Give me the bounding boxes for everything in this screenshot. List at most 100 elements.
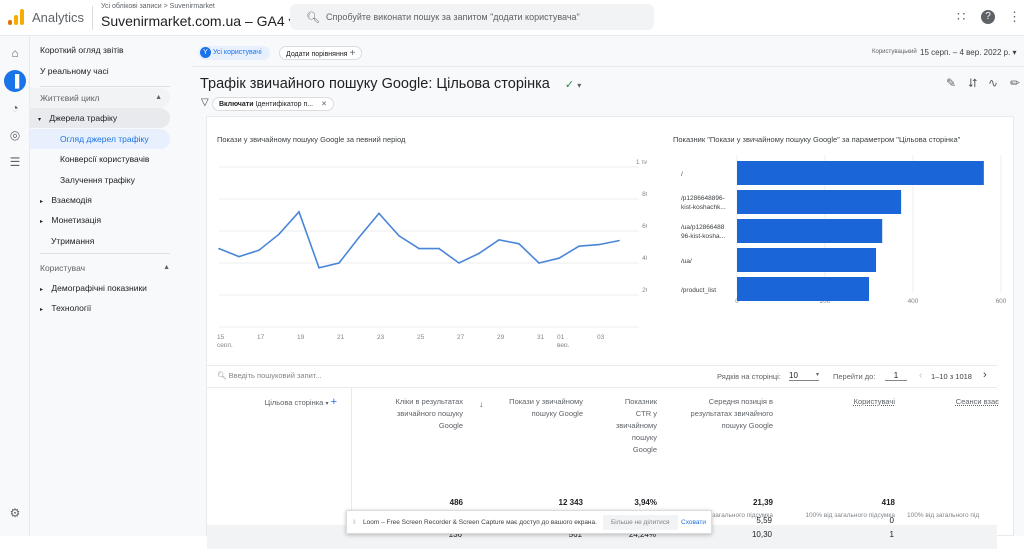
data-point [378,212,380,215]
caret-down-icon: ▾ [38,117,42,123]
page-title: Трафік звичайного пошуку Google: Цільова… [200,76,586,92]
column-header-users[interactable]: Користувачі [817,396,895,408]
search-icon: 🔍︎ [306,12,320,24]
caret-down-icon: ▾ [577,81,582,90]
y-tick-label: 1 тис. [636,159,647,166]
sidebar-item-acquisition-overview[interactable]: Огляд джерел трафіку [30,129,170,149]
table-search-input[interactable]: 🔍︎ Введіть пошуковий запит... [217,371,417,380]
drag-handle-icon[interactable]: ‖ [353,519,356,526]
next-page-icon[interactable]: › [983,369,987,381]
sidebar-item-engagement[interactable]: ▸ Взаємодія [40,190,188,210]
column-header-ctr[interactable]: Показник CTR у звичайному пошуку Google [613,396,657,456]
sidebar-item-realtime[interactable]: У реальному часі [40,61,188,81]
segment-chip[interactable]: Y Усі користувачі [198,46,270,60]
data-point [338,262,340,264]
date-label: Користувацький [872,49,917,55]
chevron-up-icon: ▲ [155,94,162,101]
caret-right-icon: ▸ [40,199,44,205]
toast-message: Loom – Free Screen Recorder & Screen Cap… [363,519,597,526]
reports-icon[interactable]: ▐ [4,70,26,92]
edit-icon[interactable]: ✏ [1010,76,1020,90]
line-chart-title: Покази у звичайному пошуку Google за пев… [217,135,406,144]
customize-report-icon[interactable]: ✎ [946,76,956,90]
advertising-icon[interactable]: ◎ [6,126,24,144]
x-tick-label: 01 вер. [557,334,570,347]
rows-per-page-select[interactable]: 10 ▾ [789,371,819,381]
item-label: Взаємодія [51,195,92,205]
column-header-impressions[interactable]: Покази у звичайному пошуку Google [493,396,583,420]
category-label: /p1286648896- [681,195,725,202]
bar [737,161,984,185]
date-range-picker[interactable]: 15 серп. – 4 вер. 2022 р. ▾ [920,48,1017,57]
data-point [278,233,280,235]
data-point [518,243,520,245]
sidebar-item-tech[interactable]: ▸ Технології [40,298,188,318]
configure-icon[interactable]: ☰ [6,153,24,171]
app-name: Analytics [32,10,85,25]
help-icon[interactable]: ? [981,10,995,24]
hide-button[interactable]: Сховати [681,519,706,526]
bar-chart: 0 200 400 600//p1286648896-kist-koshachk...… [681,155,1007,305]
data-point [618,239,620,242]
close-icon[interactable]: ✕ [321,101,327,108]
bar [737,219,883,243]
apps-grid-icon[interactable]: ∷ [957,9,965,25]
x-tick-label: 27 [457,334,465,341]
filter-include-label: Включати [219,101,254,108]
analytics-logo-icon [8,9,24,25]
title-text: Трафік звичайного пошуку Google: Цільова… [200,76,550,92]
home-icon[interactable]: ⌂ [6,44,24,62]
total-impressions: 12 343 [558,498,583,507]
item-label: Технології [51,303,92,313]
sidebar-item-user-acquisition[interactable]: Конверсії користувачів [60,149,208,169]
y-tick-label: 400 [642,255,647,262]
top-bar: Analytics Усі облікові записи > Suvenirm… [0,0,1024,36]
sidebar-item-retention[interactable]: Утримання [51,231,199,251]
divider [40,253,170,254]
breadcrumb[interactable]: Усі облікові записи > Suvenirmarket [101,3,215,10]
y-tick-label: 600 [642,223,647,230]
sidebar-section-lifecycle[interactable]: Життєвий цикл ▲ [30,88,170,108]
settings-gear-icon[interactable]: ⚙ [6,504,24,522]
category-label: /product_list [681,287,716,294]
add-dimension-icon[interactable]: + [331,396,337,408]
property-selector[interactable]: Suvenirmarket.com.ua – GA4 ▾ [101,13,296,30]
row1-users: 1 [889,530,894,539]
plus-icon: + [349,48,356,59]
stop-sharing-button[interactable]: Більше не ділитися [603,515,678,530]
explore-icon[interactable]: ◔ [6,99,24,117]
column-header-clicks[interactable]: Кліки в результатах звичайного пошуку Go… [377,396,463,432]
column-header-sessions[interactable]: Сеанси взає [927,396,999,408]
dimension-header[interactable]: Цільова сторінка ▾ + [247,396,337,410]
search-input[interactable]: 🔍︎ Спробуйте виконати пошук за запитом "… [290,4,654,30]
row2-users: 0 [889,516,894,525]
more-vert-icon[interactable]: ⋮ [1008,9,1021,25]
data-point [538,262,540,264]
insights-icon[interactable]: ∿ [988,76,998,90]
divider [40,86,170,87]
sidebar-section-user[interactable]: Користувач ▲ [40,258,188,278]
verified-check-icon[interactable]: ✓ ▾ [560,78,586,91]
impressions-line [218,210,620,269]
bar [737,277,869,301]
divider [92,6,93,30]
sidebar-item-overview[interactable]: Короткий огляд звітів [40,40,188,60]
sort-arrow-down-icon[interactable]: ↓ [479,399,484,409]
divider [192,66,1024,67]
y-tick-label: 800 [642,191,647,198]
filter-chip[interactable]: Включати Ідентифікатор п... ✕ [212,97,334,111]
total-ctr: 3,94% [634,498,657,507]
add-comparison-button[interactable]: Додати порівняння + [279,46,363,60]
prev-page-icon[interactable]: ‹ [919,370,922,381]
caret-right-icon: ▸ [40,219,44,225]
total-users: 418 [881,498,895,507]
sidebar-item-acquisition[interactable]: ▾ Джерела трафіку [30,108,170,128]
sidebar-item-demographics[interactable]: ▸ Демографічні показники [40,278,188,298]
share-icon[interactable]: ⮃ [968,76,978,91]
goto-label: Перейти до: [833,372,876,381]
rows-per-page-label: Рядків на сторінці: [717,372,781,381]
goto-input[interactable]: 1 [885,371,907,381]
column-header-position[interactable]: Середня позиція в результатах звичайного… [677,396,773,432]
sidebar-item-monetization[interactable]: ▸ Монетизація [40,210,188,230]
sidebar-item-traffic-acquisition[interactable]: Залучення трафіку [60,170,208,190]
